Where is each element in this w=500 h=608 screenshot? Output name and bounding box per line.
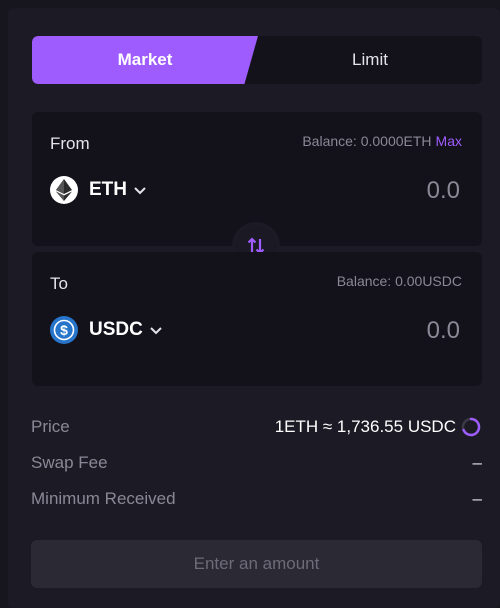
chevron-down-icon [149,326,163,335]
ethereum-icon [50,176,78,204]
minimum-received-label: Minimum Received [31,489,176,508]
svg-text:$: $ [60,322,68,338]
to-token-selector[interactable]: $ USDC [50,316,163,344]
from-token-name: ETH [89,179,127,200]
price-value-group: 1ETH ≈ 1,736.55 USDC [275,416,482,438]
from-balance-text: Balance: 0.0000ETH [302,133,432,149]
from-amount-input[interactable] [308,176,462,206]
swap-fee-label: Swap Fee [31,453,108,472]
from-balance: Balance: 0.0000ETH Max [302,133,462,149]
to-label: To [50,274,68,293]
price-row: Price 1ETH ≈ 1,736.55 USDC [31,415,482,439]
tab-limit[interactable]: Limit [258,36,482,84]
to-token-name: USDC [89,319,143,340]
order-type-tabs: Market Limit [32,36,482,84]
swap-fee-value: – [472,453,482,472]
chevron-down-icon [133,186,147,195]
refresh-icon[interactable] [460,416,482,438]
usdc-icon: $ [50,316,78,344]
to-balance: Balance: 0.00USDC [336,273,462,289]
to-amount-input[interactable] [308,316,462,346]
price-label: Price [31,417,70,436]
tab-market[interactable]: Market [32,36,258,84]
from-label: From [50,134,90,153]
to-box: To Balance: 0.00USDC $ USDC [32,252,482,386]
price-value: 1ETH ≈ 1,736.55 USDC [274,417,456,436]
minimum-received-value: – [472,489,482,508]
from-token-selector[interactable]: ETH [50,176,147,204]
enter-amount-button[interactable]: Enter an amount [31,540,482,588]
max-button[interactable]: Max [436,133,462,149]
swap-fee-row: Swap Fee – [31,451,482,475]
minimum-received-row: Minimum Received – [31,487,482,511]
